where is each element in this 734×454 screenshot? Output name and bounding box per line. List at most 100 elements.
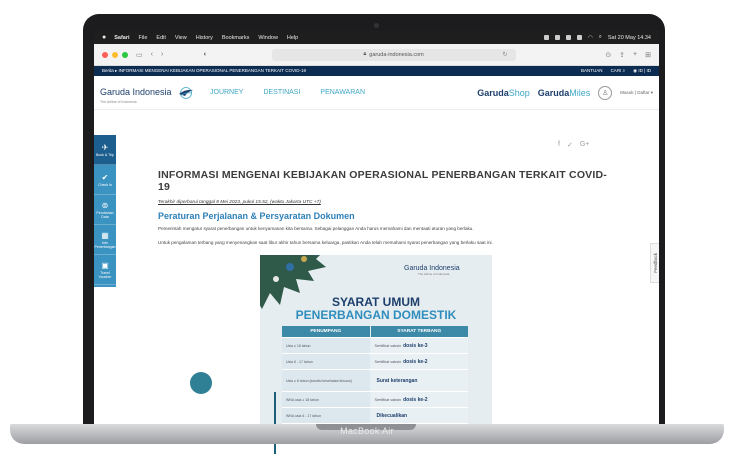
new-tab-icon[interactable]: +: [633, 51, 637, 59]
twitter-icon[interactable]: ✓: [567, 141, 573, 149]
requirement-emphasis: dosis ke-3: [403, 342, 428, 349]
menu-edit[interactable]: Edit: [156, 35, 165, 41]
logo-text: Garuda Indonesia: [100, 86, 172, 97]
shop-light: Shop: [508, 87, 530, 98]
wifi-icon[interactable]: ◠: [588, 35, 593, 41]
nav-journey[interactable]: JOURNEY: [210, 89, 243, 96]
requirement-text: Sertifikat vaksin: [374, 397, 402, 402]
top-strip-links: BANTUAN CARI ⌕ ◉ ID | ID: [581, 68, 651, 74]
back-icon[interactable]: ‹: [151, 51, 153, 58]
feedback-tab[interactable]: Feedback: [650, 243, 659, 283]
sidebar-item-info-penerbangan[interactable]: ▦ Info Penerbangan: [94, 225, 116, 255]
sidebar-item-label: Info Penerbangan: [94, 240, 116, 249]
plane-icon: ✈: [101, 142, 109, 152]
minimize-window-button[interactable]: [112, 51, 118, 58]
miles-light: Miles: [569, 87, 591, 98]
poster-logo-text: Garuda Indonesia: [404, 265, 460, 272]
menu-window[interactable]: Window: [258, 35, 278, 41]
table-row: WNA usia 6 - 17 tahun Dikecualikan: [282, 408, 468, 424]
garuda-logo[interactable]: Garuda Indonesia The Airline of Indonesi…: [100, 82, 200, 104]
nav-destinasi[interactable]: DESTINASI: [263, 89, 300, 96]
garuda-miles-link[interactable]: GarudaMiles: [538, 88, 591, 98]
address-bar[interactable]: 🔒︎ garuda-indonesia.com ↻: [271, 48, 516, 61]
url-text: garuda-indonesia.com: [369, 51, 424, 58]
apple-icon[interactable]: ●: [102, 34, 106, 41]
search-icon[interactable]: ⌕: [599, 34, 602, 41]
search-label: CARI: [610, 68, 622, 73]
sidebar-item-book-trip[interactable]: ✈ Book & Trip: [94, 135, 116, 165]
pointer-line: [274, 392, 276, 454]
language-label: ID | ID: [638, 68, 651, 73]
privacy-shield-icon[interactable]: ◐: [203, 51, 207, 58]
passenger-cell: Usia 6 - 17 tahun: [282, 354, 370, 369]
passenger-cell: Usia ≥ 6 tahun (kondisi kesehatan khusus…: [282, 370, 370, 391]
tab-overview-icon[interactable]: ⊞: [645, 51, 651, 59]
breadcrumb[interactable]: Berita ▸ INFORMASI MENGENAI KEBIJAKAN OP…: [102, 68, 306, 74]
column-header: SYARAT TERBANG: [370, 326, 468, 337]
reload-icon[interactable]: ↻: [503, 51, 508, 58]
google-plus-icon[interactable]: G+: [580, 141, 590, 149]
forward-icon[interactable]: ›: [161, 51, 163, 58]
battery-icon[interactable]: [576, 35, 582, 40]
status-icon[interactable]: [565, 35, 571, 40]
chat-bubble-icon[interactable]: [190, 372, 212, 394]
zoom-window-button[interactable]: [122, 51, 128, 58]
passenger-cell: WNA usia 6 - 17 tahun: [282, 408, 370, 423]
sidebar-item-travel-voucher[interactable]: ▣ Travel Voucher: [94, 255, 116, 285]
nav-penawaran[interactable]: PENAWARAN: [320, 89, 365, 96]
laptop-model-label: MacBook Air: [340, 426, 394, 436]
login-link[interactable]: Masuk | Daftar ▾: [620, 90, 653, 96]
requirement-cell: Dikecualikan: [370, 408, 468, 423]
requirement-cell: Surat keterangan: [370, 370, 468, 391]
garuda-shop-link[interactable]: GarudaShop: [477, 88, 530, 98]
toolbar-actions: ⊙ ⇪ + ⊞: [605, 51, 651, 59]
share-icons: f ✓ G+: [558, 141, 589, 149]
status-icon[interactable]: [543, 35, 549, 40]
sidebar-item-perubahan[interactable]: ⊚ Perubahan Data: [94, 195, 116, 225]
laptop-screen: ● Safari File Edit View History Bookmark…: [94, 31, 659, 424]
page-title: INFORMASI MENGENAI KEBIJAKAN OPERASIONAL…: [158, 169, 607, 193]
main-nav: JOURNEY DESTINASI PENAWARAN: [210, 89, 365, 96]
quick-sidebar: ✈ Book & Trip ✔ Check In ⊚ Perubahan Dat…: [94, 135, 116, 287]
table-row: Usia ≥ 18 tahun Sertifikat vaksin dosis k…: [282, 338, 468, 354]
close-window-button[interactable]: [102, 51, 108, 58]
download-icon[interactable]: ⊙: [605, 51, 611, 59]
table-row: Usia 6 - 17 tahun Sertifikat vaksin dosis…: [282, 354, 468, 370]
lock-icon: 🔒︎: [363, 51, 367, 57]
menu-bookmarks[interactable]: Bookmarks: [222, 35, 250, 41]
search-link[interactable]: CARI ⌕: [611, 68, 626, 74]
feedback-label: Feedback: [652, 253, 658, 273]
language-selector[interactable]: ◉ ID | ID: [633, 68, 651, 74]
poster-heading: SYARAT UMUM: [331, 295, 420, 309]
last-updated: Terakhir diperbarui tanggal 8 Mei 2023, …: [158, 200, 321, 205]
status-icon[interactable]: [554, 35, 560, 40]
poster-table: PENUMPANG SYARAT TERBANG Usia ≥ 18 tahun…: [282, 326, 468, 424]
menu-file[interactable]: File: [139, 35, 148, 41]
camera: [374, 23, 379, 28]
requirement-cell: Sertifikat vaksin dosis ke-3: [370, 338, 468, 353]
menu-app[interactable]: Safari: [114, 35, 129, 41]
miles-bold: Garuda: [537, 87, 570, 98]
user-icon[interactable]: ♙: [598, 85, 613, 100]
sidebar-toggle-icon[interactable]: ▭: [136, 51, 143, 59]
menu-view[interactable]: View: [175, 35, 187, 41]
help-link[interactable]: BANTUAN: [581, 68, 603, 74]
menubar-clock[interactable]: Sat 20 May 14.34: [608, 35, 651, 41]
garuda-bird-icon: [178, 86, 193, 99]
check-icon: ✔: [101, 172, 109, 182]
facebook-icon[interactable]: f: [558, 141, 560, 149]
browser-toolbar: ▭ ‹ › ◐ 🔒︎ garuda-indonesia.com ↻ ⊙ ⇪ + …: [94, 44, 659, 66]
mac-menubar: ● Safari File Edit View History Bookmark…: [94, 31, 659, 44]
sidebar-item-label: Perubahan Data: [96, 210, 114, 219]
globe-icon: ◉: [633, 68, 638, 73]
sidebar-item-label: Check In: [98, 182, 112, 187]
table-header: PENUMPANG SYARAT TERBANG: [282, 326, 468, 338]
sidebar-item-check-in[interactable]: ✔ Check In: [94, 165, 116, 195]
table-row: Usia ≥ 6 tahun (kondisi kesehatan khusus…: [282, 370, 468, 392]
requirement-emphasis: Dikecualikan: [376, 412, 408, 419]
menu-help[interactable]: Help: [287, 35, 298, 41]
menu-history[interactable]: History: [196, 35, 213, 41]
share-icon[interactable]: ⇪: [619, 51, 625, 59]
sidebar-item-label: Travel Voucher: [98, 270, 112, 279]
header-brands: GarudaShop GarudaMiles ♙ Masuk | Daftar …: [477, 85, 653, 100]
